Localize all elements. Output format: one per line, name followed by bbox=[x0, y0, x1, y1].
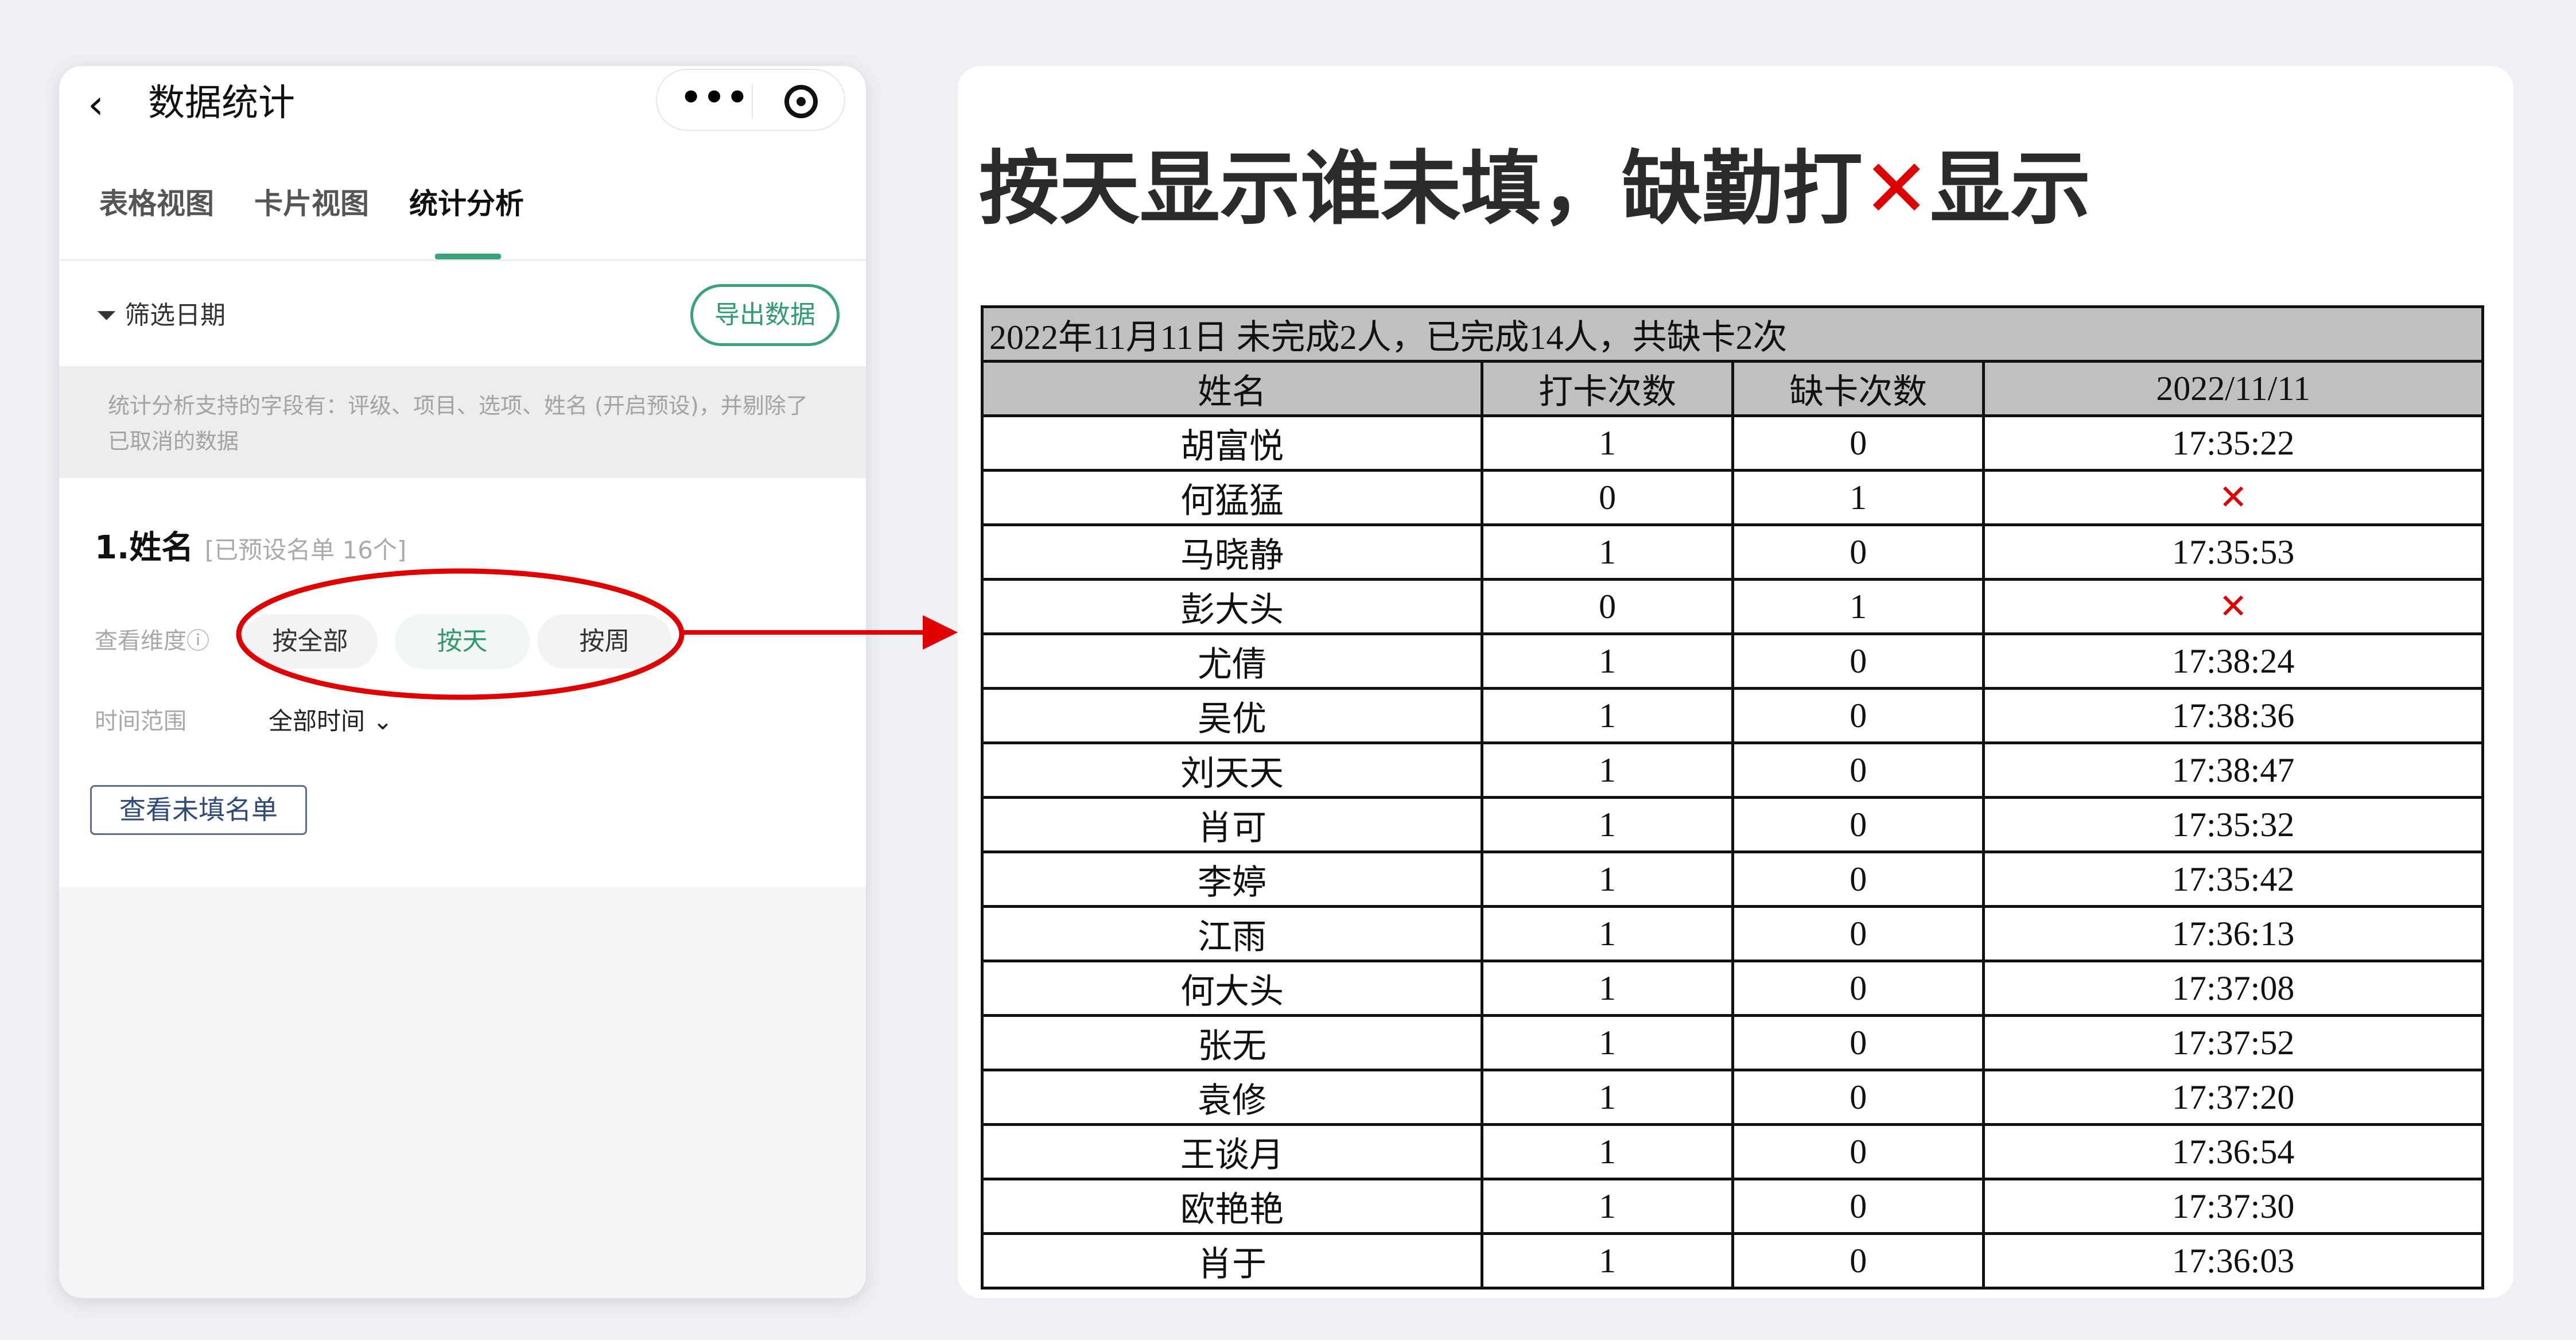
table-cell: 1 bbox=[1482, 689, 1733, 743]
column-header: 2022/11/11 bbox=[1984, 362, 2483, 416]
table-cell: 1 bbox=[1482, 1179, 1733, 1234]
table-row: 袁修1017:37:20 bbox=[982, 1070, 2483, 1125]
table-cell: 何猛猛 bbox=[982, 471, 1482, 525]
table-cell: 吴优 bbox=[982, 689, 1482, 743]
table-cell: 江雨 bbox=[982, 907, 1482, 961]
table-cell: 0 bbox=[1733, 798, 1984, 852]
table-cell: 尤倩 bbox=[982, 634, 1482, 689]
table-cell: 0 bbox=[1733, 961, 1984, 1016]
table-cell: 李婷 bbox=[982, 852, 1482, 907]
table-row: 刘天天1017:38:47 bbox=[982, 743, 2483, 798]
table-cell: 0 bbox=[1482, 580, 1733, 634]
column-header: 姓名 bbox=[982, 362, 1482, 416]
table-cell: 1 bbox=[1482, 1125, 1733, 1179]
table-cell: 17:37:30 bbox=[1984, 1179, 2483, 1234]
table-cell: 1 bbox=[1482, 961, 1733, 1016]
table-cell: 0 bbox=[1733, 1125, 1984, 1179]
table-cell: 胡富悦 bbox=[982, 416, 1482, 471]
table-cell: 1 bbox=[1482, 852, 1733, 907]
column-header: 打卡次数 bbox=[1482, 362, 1733, 416]
summary-row: 2022年11月11日 未完成2人，已完成14人，共缺卡2次 bbox=[982, 307, 2483, 362]
table-cell: 17:35:53 bbox=[1984, 525, 2483, 580]
table-cell: 何大头 bbox=[982, 961, 1482, 1016]
table-cell: 1 bbox=[1733, 471, 1984, 525]
table-cell: 1 bbox=[1733, 580, 1984, 634]
absent-mark: ✕ bbox=[1984, 471, 2483, 525]
table-row: 欧艳艳1017:37:30 bbox=[982, 1179, 2483, 1234]
table-cell: 1 bbox=[1482, 1070, 1733, 1125]
table-cell: 刘天天 bbox=[982, 743, 1482, 798]
table-cell: 17:35:42 bbox=[1984, 852, 2483, 907]
column-header: 缺卡次数 bbox=[1733, 362, 1984, 416]
table-row: 江雨1017:36:13 bbox=[982, 907, 2483, 961]
table-cell: 17:38:36 bbox=[1984, 689, 2483, 743]
table-row: 肖可1017:35:32 bbox=[982, 798, 2483, 852]
table-cell: 0 bbox=[1733, 1234, 1984, 1288]
table-cell: 王谈月 bbox=[982, 1125, 1482, 1179]
highlight-ellipse bbox=[239, 571, 682, 697]
table-cell: 17:38:47 bbox=[1984, 743, 2483, 798]
table-cell: 1 bbox=[1482, 907, 1733, 961]
red-x-icon: ✕ bbox=[1863, 142, 1930, 236]
table-cell: 1 bbox=[1482, 525, 1733, 580]
table-cell: 0 bbox=[1733, 416, 1984, 471]
table-cell: 17:35:32 bbox=[1984, 798, 2483, 852]
table-cell: 袁修 bbox=[982, 1070, 1482, 1125]
table-cell: 1 bbox=[1482, 743, 1733, 798]
table-row: 何大头1017:37:08 bbox=[982, 961, 2483, 1016]
table-cell: 肖可 bbox=[982, 798, 1482, 852]
table-cell: 17:37:52 bbox=[1984, 1016, 2483, 1070]
table-cell: 张无 bbox=[982, 1016, 1482, 1070]
headline: 按天显示谁未填，缺勤打✕显示 bbox=[979, 141, 2091, 238]
table-cell: 17:36:54 bbox=[1984, 1125, 2483, 1179]
table-cell: 1 bbox=[1482, 798, 1733, 852]
header-row: 姓名打卡次数缺卡次数2022/11/11 bbox=[982, 362, 2483, 416]
table-cell: 17:36:03 bbox=[1984, 1234, 2483, 1288]
table-row: 尤倩1017:38:24 bbox=[982, 634, 2483, 689]
table-cell: 0 bbox=[1733, 852, 1984, 907]
table-cell: 0 bbox=[1733, 689, 1984, 743]
attendance-table: 2022年11月11日 未完成2人，已完成14人，共缺卡2次 姓名打卡次数缺卡次… bbox=[981, 305, 2484, 1289]
table-cell: 1 bbox=[1482, 1016, 1733, 1070]
table-cell: 17:38:24 bbox=[1984, 634, 2483, 689]
table-row: 肖于1017:36:03 bbox=[982, 1234, 2483, 1288]
table-cell: 欧艳艳 bbox=[982, 1179, 1482, 1234]
table-cell: 17:35:22 bbox=[1984, 416, 2483, 471]
table-cell: 0 bbox=[1733, 634, 1984, 689]
table-row: 王谈月1017:36:54 bbox=[982, 1125, 2483, 1179]
table-cell: 1 bbox=[1482, 634, 1733, 689]
table-row: 彭大头01✕ bbox=[982, 580, 2483, 634]
table-cell: 0 bbox=[1733, 1179, 1984, 1234]
table-cell: 肖于 bbox=[982, 1234, 1482, 1288]
absent-mark: ✕ bbox=[1984, 580, 2483, 634]
table-cell: 1 bbox=[1482, 1234, 1733, 1288]
table-cell: 马晓静 bbox=[982, 525, 1482, 580]
table-row: 张无1017:37:52 bbox=[982, 1016, 2483, 1070]
table-cell: 0 bbox=[1733, 525, 1984, 580]
table-cell: 17:36:13 bbox=[1984, 907, 2483, 961]
table-cell: 0 bbox=[1733, 743, 1984, 798]
table-row: 胡富悦1017:35:22 bbox=[982, 416, 2483, 471]
annotation-arrow-head bbox=[923, 615, 958, 650]
table-cell: 彭大头 bbox=[982, 580, 1482, 634]
table-cell: 0 bbox=[1733, 1016, 1984, 1070]
table-cell: 0 bbox=[1733, 907, 1984, 961]
table-cell: 17:37:08 bbox=[1984, 961, 2483, 1016]
table-row: 马晓静1017:35:53 bbox=[982, 525, 2483, 580]
explanation-card: 按天显示谁未填，缺勤打✕显示 2022年11月11日 未完成2人，已完成14人，… bbox=[958, 66, 2513, 1298]
table-cell: 1 bbox=[1482, 416, 1733, 471]
table-row: 何猛猛01✕ bbox=[982, 471, 2483, 525]
table-cell: 0 bbox=[1733, 1070, 1984, 1125]
table-cell: 17:37:20 bbox=[1984, 1070, 2483, 1125]
table-row: 吴优1017:38:36 bbox=[982, 689, 2483, 743]
table-row: 李婷1017:35:42 bbox=[982, 852, 2483, 907]
table-cell: 0 bbox=[1482, 471, 1733, 525]
